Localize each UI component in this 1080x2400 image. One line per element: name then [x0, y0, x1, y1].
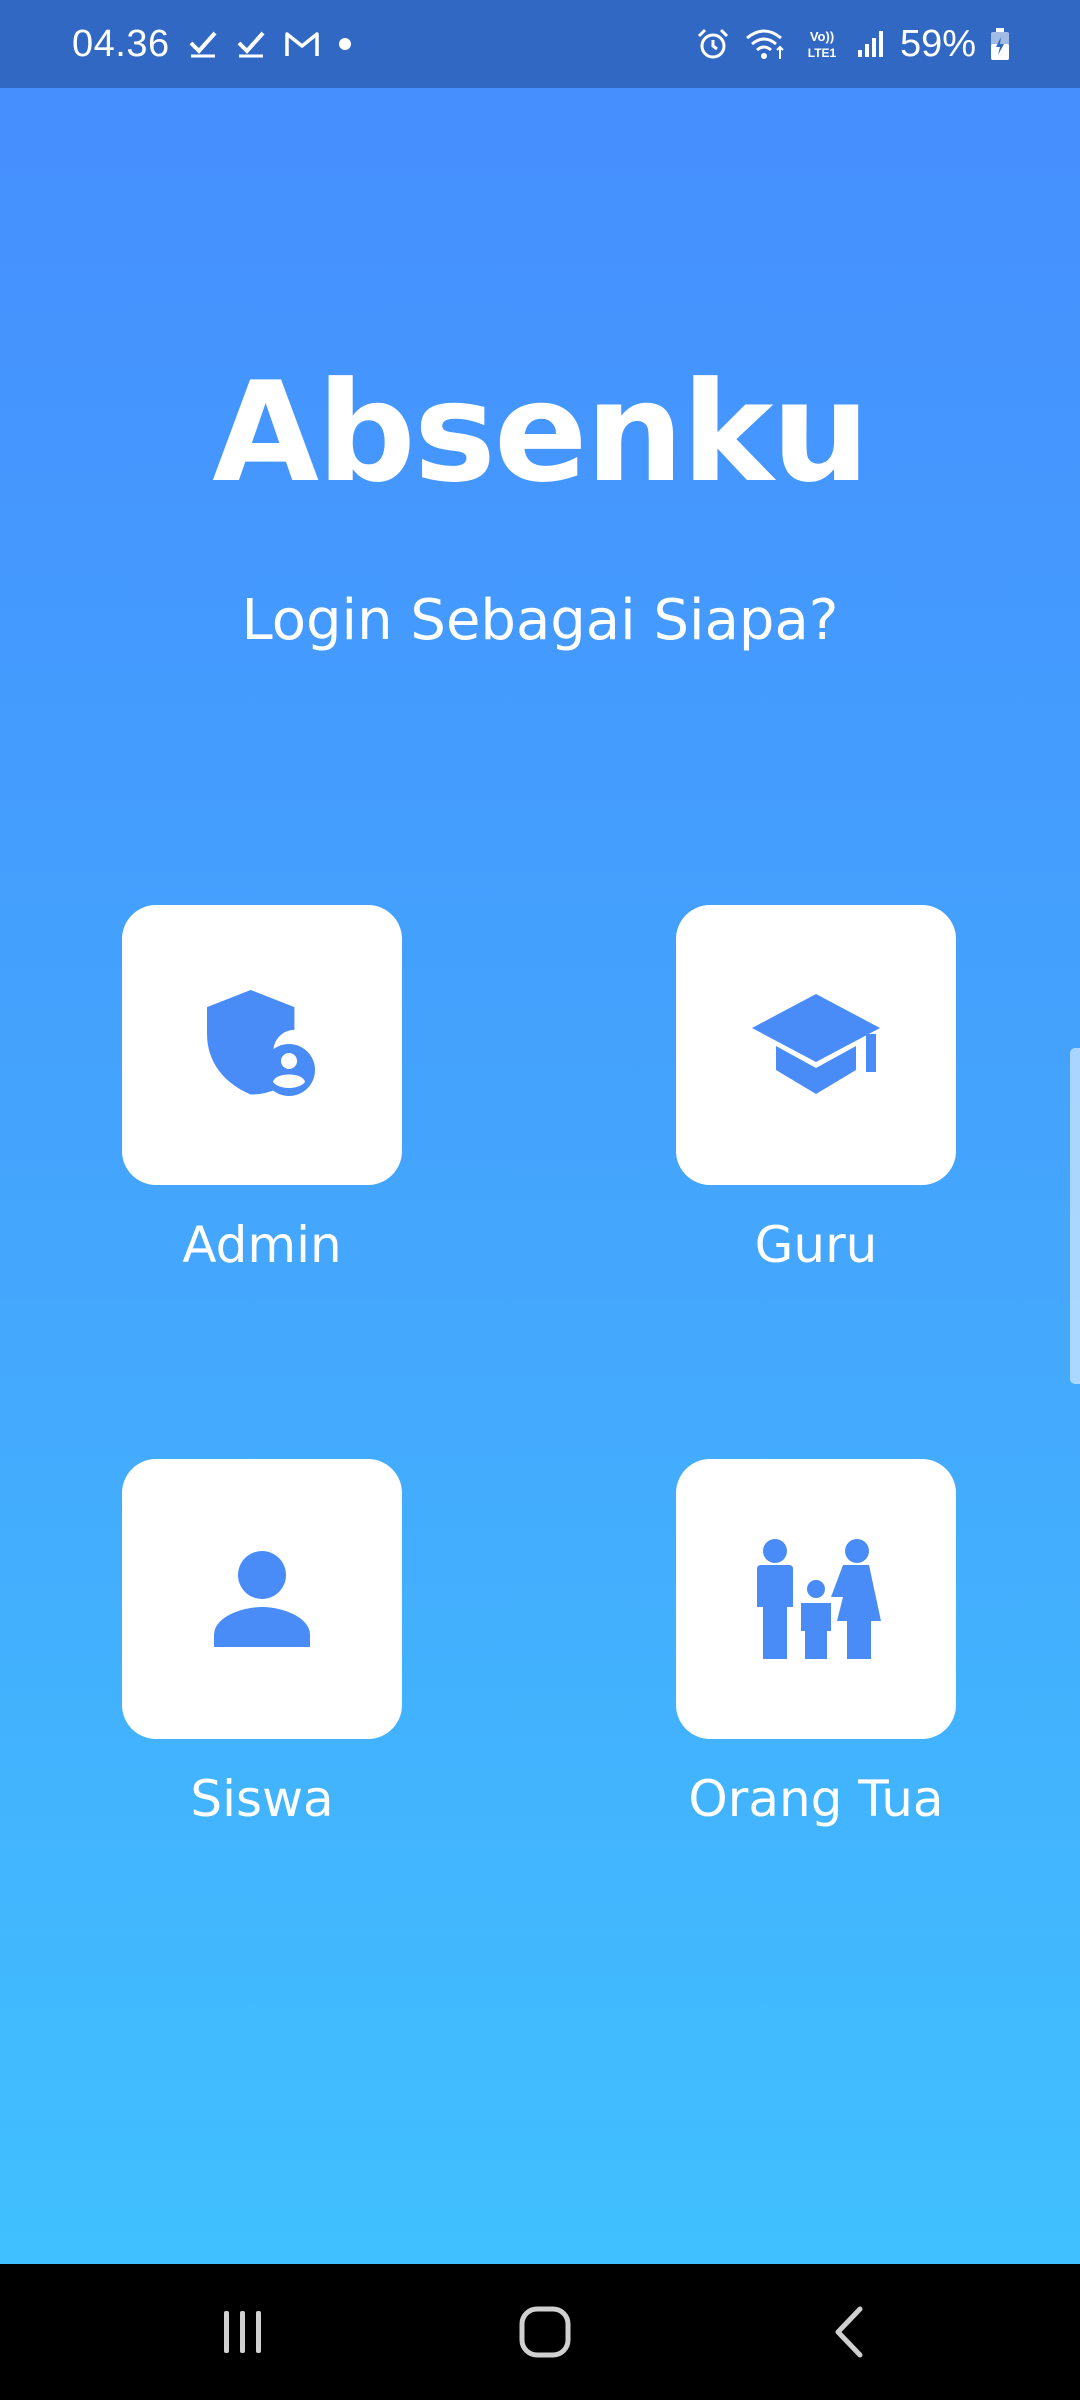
- home-button[interactable]: [465, 2264, 625, 2400]
- admin-shield-icon: [207, 990, 315, 1096]
- role-admin-button[interactable]: Admin: [122, 905, 402, 1277]
- role-admin-card[interactable]: [122, 905, 402, 1185]
- graduation-cap-icon: [752, 994, 880, 1094]
- check-icon: [189, 31, 217, 58]
- person-icon: [214, 1551, 310, 1647]
- svg-text:Vo)): Vo)): [810, 29, 834, 44]
- role-guru-label: Guru: [754, 1216, 878, 1274]
- status-bar: 04.36 Vo)) LTE1 59%: [0, 0, 1080, 88]
- dot-icon: [338, 38, 351, 50]
- back-icon: [835, 2306, 863, 2358]
- app-title: Absenku: [212, 352, 870, 513]
- gmail-icon: [284, 32, 319, 56]
- app-subtitle: Login Sebagai Siapa?: [241, 588, 839, 653]
- wifi-icon: [745, 29, 784, 59]
- recent-apps-icon: [224, 2311, 261, 2353]
- system-nav-bar: [0, 2264, 1080, 2400]
- check-icon: [237, 31, 265, 58]
- battery-percent: 59%: [899, 22, 976, 65]
- volte-icon: Vo)) LTE1: [808, 29, 837, 60]
- login-role-screen: Absenku Login Sebagai Siapa? Admin Guru: [0, 88, 1080, 2264]
- scrollbar[interactable]: [1070, 1048, 1080, 1384]
- back-button[interactable]: [768, 2264, 928, 2400]
- status-left: 04.36: [72, 0, 352, 88]
- role-siswa-card[interactable]: [122, 1459, 402, 1739]
- family-icon: [757, 1539, 881, 1659]
- home-icon: [519, 2306, 571, 2358]
- alarm-icon: [697, 28, 728, 59]
- role-guru-card[interactable]: [676, 905, 956, 1185]
- svg-text:LTE1: LTE1: [808, 46, 837, 60]
- status-time: 04.36: [72, 22, 170, 65]
- role-admin-label: Admin: [182, 1216, 342, 1274]
- role-orang-tua-card[interactable]: [676, 1459, 956, 1739]
- role-guru-button[interactable]: Guru: [676, 905, 956, 1277]
- role-orang-tua-label: Orang Tua: [688, 1770, 944, 1828]
- signal-icon: [857, 31, 883, 57]
- role-siswa-label: Siswa: [190, 1770, 334, 1828]
- role-siswa-button[interactable]: Siswa: [122, 1459, 402, 1831]
- battery-charging-icon: [991, 28, 1009, 60]
- status-right: Vo)) LTE1 59%: [696, 0, 1010, 88]
- role-orang-tua-button[interactable]: Orang Tua: [676, 1459, 956, 1831]
- recent-apps-button[interactable]: [163, 2264, 323, 2400]
